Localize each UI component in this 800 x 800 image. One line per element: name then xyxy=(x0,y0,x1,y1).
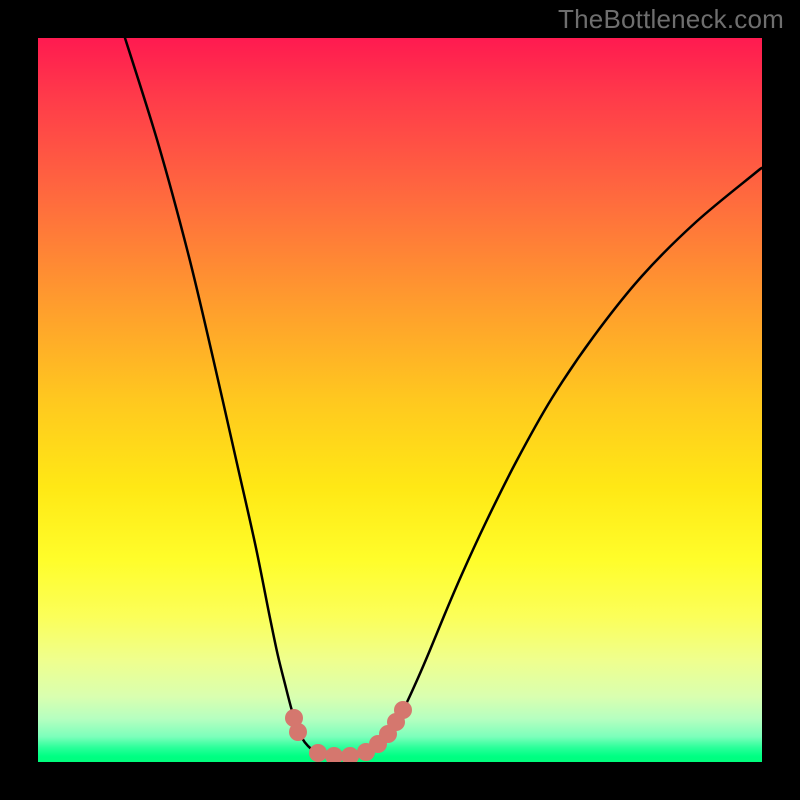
chart-svg xyxy=(38,38,762,762)
plot-area xyxy=(38,38,762,762)
highlight-point xyxy=(309,744,327,762)
bottleneck-curve xyxy=(125,38,762,757)
highlight-point xyxy=(394,701,412,719)
watermark-text: TheBottleneck.com xyxy=(558,4,784,35)
highlight-point xyxy=(341,747,359,762)
highlight-markers xyxy=(285,701,412,762)
chart-frame: TheBottleneck.com xyxy=(0,0,800,800)
highlight-point xyxy=(325,747,343,762)
highlight-point xyxy=(289,723,307,741)
